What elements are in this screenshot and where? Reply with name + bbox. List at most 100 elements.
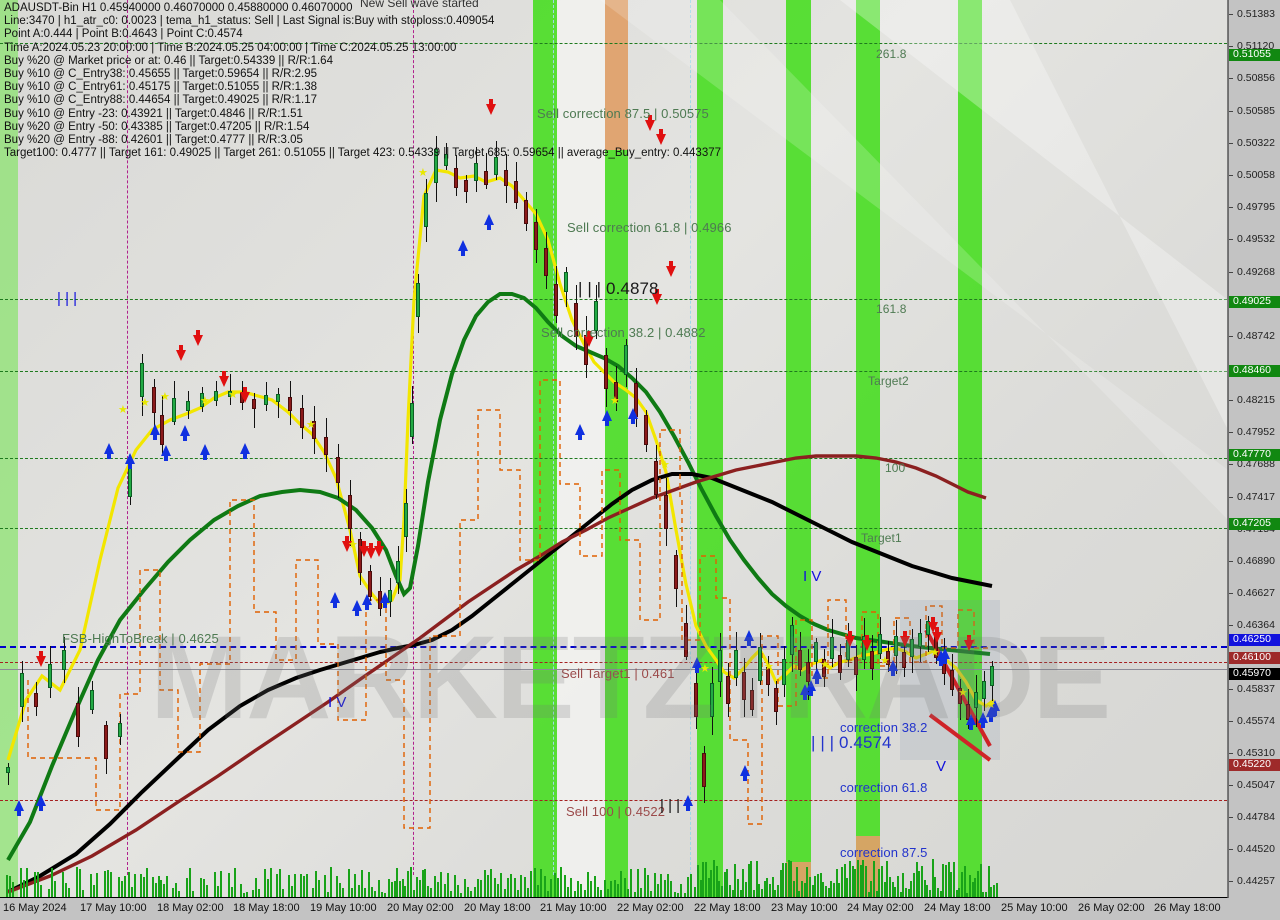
volume-bar xyxy=(597,887,599,897)
volume-bar xyxy=(918,870,920,897)
volume-bar xyxy=(750,860,752,897)
volume-bar xyxy=(881,866,883,897)
price-axis[interactable]: 0.51383 0.51120 0.50856 0.50585 0.50322 0.500… xyxy=(1228,0,1280,898)
volume-bar xyxy=(470,890,472,897)
volume-bar xyxy=(897,875,899,897)
volume-bar xyxy=(577,881,579,897)
volume-bar xyxy=(300,874,302,897)
volume-bar xyxy=(977,871,979,897)
time-axis[interactable]: 16 May 2024 17 May 10:00 18 May 02:00 18 Ma… xyxy=(0,898,1280,920)
volume-bar xyxy=(607,889,609,897)
fib-label-target2: Target2 xyxy=(868,374,909,388)
volume-bar xyxy=(580,884,582,897)
volume-bar xyxy=(793,881,795,897)
volume-bar xyxy=(969,875,971,897)
volume-bar xyxy=(361,870,363,897)
volume-bar xyxy=(104,870,106,897)
volume-bar xyxy=(454,875,456,897)
candle-body xyxy=(300,408,304,428)
fib-level-100 xyxy=(0,458,1227,459)
candle-body xyxy=(152,387,156,413)
price-tick: 0.45837 xyxy=(1229,684,1280,695)
volume-bar xyxy=(737,879,739,897)
volume-bar xyxy=(388,879,390,897)
volume-bar xyxy=(348,869,350,897)
volume-bar xyxy=(464,878,466,897)
volume-bar xyxy=(134,874,136,897)
volume-bar xyxy=(131,886,133,897)
fib-label-100: 100 xyxy=(885,461,906,475)
volume-bar xyxy=(547,890,549,897)
volume-bar xyxy=(958,887,960,897)
volume-bar xyxy=(457,884,459,897)
candle-body xyxy=(774,688,778,712)
pivot-star-icon: ★ xyxy=(958,687,968,699)
volume-bar xyxy=(240,883,242,897)
volume-bar xyxy=(381,891,383,897)
wave-marker-iii-lower: | | | xyxy=(660,797,681,814)
volume-bar xyxy=(594,875,596,897)
volume-bar xyxy=(857,860,859,897)
volume-bar xyxy=(264,868,266,897)
volume-bar xyxy=(90,873,92,897)
time-tick: 26 May 18:00 xyxy=(1154,902,1221,914)
volume-bar xyxy=(564,874,566,897)
volume-bar xyxy=(364,888,366,897)
volume-bar xyxy=(640,887,642,897)
volume-bar xyxy=(942,863,944,897)
price-tick: 0.45047 xyxy=(1229,780,1280,791)
candle-body xyxy=(854,657,858,675)
volume-bar xyxy=(246,892,248,897)
candle-body xyxy=(742,672,746,700)
buy-arrow-icon xyxy=(458,240,468,256)
candle-body xyxy=(186,400,190,412)
volume-bar xyxy=(889,876,891,897)
time-tick: 18 May 02:00 xyxy=(157,902,224,914)
volume-bar xyxy=(758,884,760,897)
session-band xyxy=(557,0,605,897)
price-level-badge: 0.45220 xyxy=(1229,759,1280,772)
candle-body xyxy=(434,149,438,183)
candle-body xyxy=(974,692,978,708)
candle-body xyxy=(474,162,478,182)
volume-bar xyxy=(140,873,142,897)
volume-bar xyxy=(974,878,976,897)
volume-bar xyxy=(128,871,130,897)
volume-bar xyxy=(544,876,546,897)
volume-bar xyxy=(351,888,353,897)
sell-arrow-icon xyxy=(193,330,203,346)
candle-body xyxy=(514,181,518,203)
candle-body xyxy=(404,503,408,537)
price-level-badge: 0.47205 xyxy=(1229,517,1280,530)
price-level-badge: 0.46250 xyxy=(1229,633,1280,646)
price-tick: 0.46364 xyxy=(1229,619,1280,631)
buy-arrow-icon xyxy=(200,444,210,460)
wave-marker-iii-left: | | | xyxy=(57,290,78,307)
candle-body xyxy=(624,344,628,376)
fib-level-target2 xyxy=(0,371,1227,372)
volume-bar xyxy=(279,869,281,897)
volume-bar xyxy=(667,873,669,897)
buy-arrow-icon xyxy=(330,592,340,608)
price-tick: 0.45574 xyxy=(1229,716,1280,727)
price-tick: 0.47952 xyxy=(1229,426,1280,438)
price-level-badge: 0.47770 xyxy=(1229,448,1280,461)
buy-arrow-icon xyxy=(740,765,750,781)
price-tick: 0.44257 xyxy=(1229,876,1280,887)
chart-plot-area[interactable]: MARKETZTRADE ★ ★ ★ ★ ★ ★ ★ ★ ★ ★ ★ ★ ★ ★… xyxy=(0,0,1228,898)
volume-bar xyxy=(830,881,832,897)
candle-body xyxy=(564,271,568,293)
volume-bar xyxy=(534,868,536,897)
volume-bar xyxy=(315,870,317,897)
candle-body xyxy=(172,398,176,422)
candle-body xyxy=(718,649,722,683)
volume-bar xyxy=(124,876,126,897)
volume-bar xyxy=(684,892,686,897)
volume-bar xyxy=(849,860,851,897)
volume-bar xyxy=(110,871,112,897)
candle-body xyxy=(118,722,122,738)
sell-100-line xyxy=(0,800,1227,801)
volume-bar xyxy=(950,872,952,897)
volume-bar xyxy=(753,890,755,897)
volume-bar xyxy=(480,879,482,897)
